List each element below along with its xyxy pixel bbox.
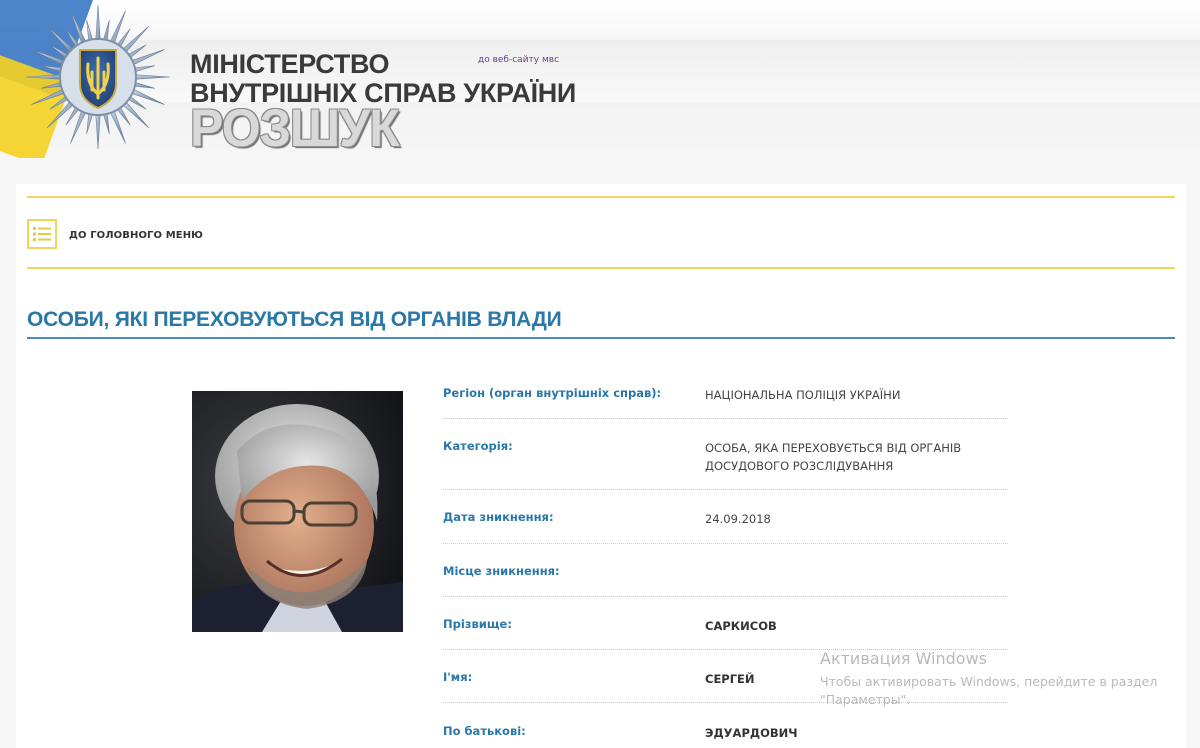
menu-divider (27, 267, 1175, 269)
search-section-logo-text: РОЗШУК (190, 98, 400, 158)
field-label: Регіон (орган внутрішніх справ): (443, 386, 662, 400)
field-separator (443, 543, 1008, 544)
ministry-title-line1: МІНІСТЕРСТВО (190, 49, 390, 79)
windows-activation-title: Активация Windows (820, 649, 987, 668)
field-separator (443, 489, 1008, 490)
section-title-underline (27, 337, 1175, 339)
field-separator (443, 596, 1008, 597)
field-label: Дата зникнення: (443, 510, 554, 524)
police-star-emblem-icon[interactable] (20, 2, 176, 152)
field-value: САРКИСОВ (705, 619, 777, 633)
wanted-person-photo (192, 391, 403, 632)
header-band (0, 40, 1200, 102)
main-menu-link[interactable]: ДО ГОЛОВНОГО МЕНЮ (69, 230, 203, 241)
field-label: По батькові: (443, 724, 526, 738)
content-panel: ДО ГОЛОВНОГО МЕНЮ ОСОБИ, ЯКІ ПЕРЕХОВУЮТЬ… (16, 184, 1186, 748)
windows-activation-text: Чтобы активировать Windows, перейдите в … (820, 674, 1158, 707)
ministry-website-link[interactable]: до веб-сайту мвс (478, 55, 559, 65)
field-value: НАЦІОНАЛЬНА ПОЛІЦІЯ УКРАЇНИ (705, 388, 901, 402)
site-header: МІНІСТЕРСТВО ВНУТРІШНІХ СПРАВ УКРАЇНИ до… (0, 0, 1200, 158)
field-label: Місце зникнення: (443, 564, 560, 578)
field-label: Категорія: (443, 439, 513, 453)
field-value: 24.09.2018 (705, 512, 771, 526)
field-value: ЭДУАРДОВИЧ (705, 726, 798, 740)
field-label: Прізвище: (443, 617, 512, 631)
top-divider (27, 196, 1175, 198)
section-title: ОСОБИ, ЯКІ ПЕРЕХОВУЮТЬСЯ ВІД ОРГАНІВ ВЛА… (27, 308, 562, 331)
field-label: І'мя: (443, 670, 473, 684)
list-icon (33, 227, 51, 241)
field-separator (443, 418, 1008, 419)
main-menu-button[interactable] (27, 219, 57, 249)
field-value: ОСОБА, ЯКА ПЕРЕХОВУЄТЬСЯ ВІД ОРГАНІВ ДОС… (705, 441, 962, 473)
